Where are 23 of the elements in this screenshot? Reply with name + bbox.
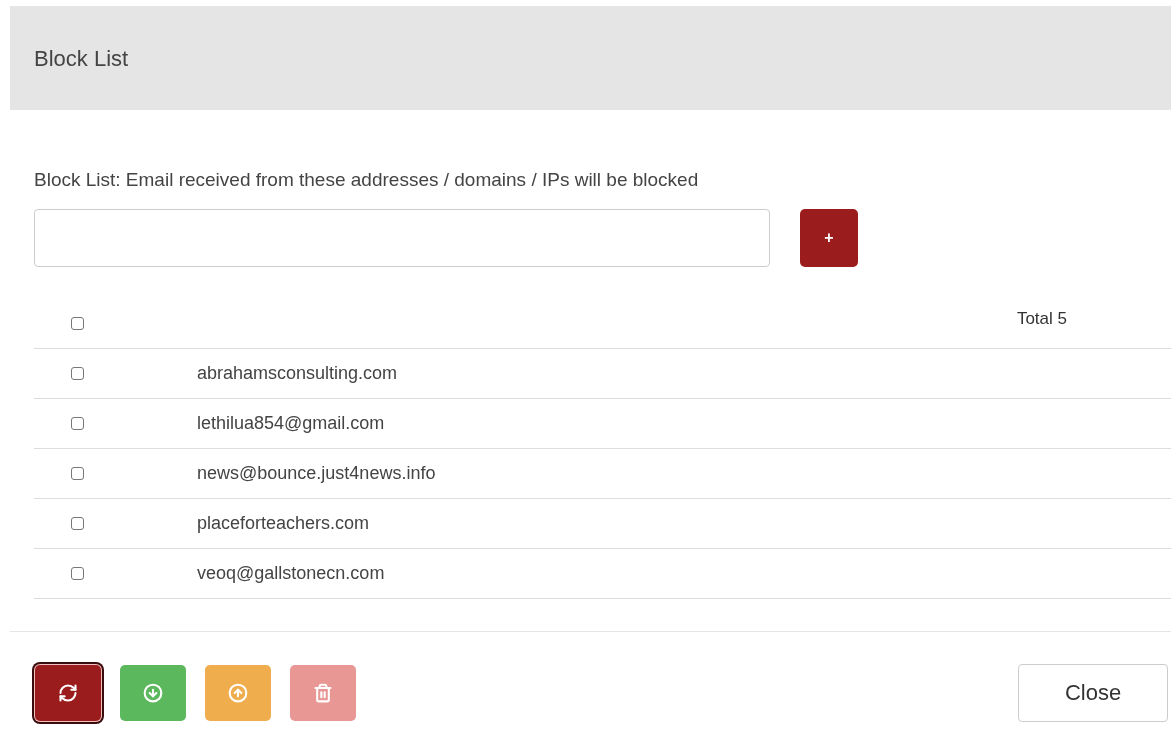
trash-icon [313,682,333,703]
address-cell-text: lethilua854@gmail.com [197,411,385,435]
address-cell-text: news@bounce.just4news.info [197,461,436,485]
address-cell-text: placeforteachers.com [197,511,370,535]
refresh-button[interactable] [35,664,101,721]
refresh-icon [58,682,78,703]
checkbox[interactable] [71,516,84,530]
address-input[interactable] [34,208,770,267]
checkbox[interactable] [71,366,84,380]
total-count: Total 5 [1016,308,1067,331]
up-arrow-circle-icon [228,682,248,703]
checkbox[interactable] [71,466,84,480]
address-cell-text: veoq@gallstonecn.com [197,561,385,585]
close-button[interactable]: Close [1018,663,1168,722]
download-button[interactable] [120,664,186,721]
address-cell-text: abrahamsconsulting.com [197,361,398,385]
dialog-title: Block List [34,44,129,73]
checkbox[interactable] [71,566,84,580]
checkbox[interactable] [71,316,84,330]
add-button[interactable]: + [800,208,858,267]
description: Block List: Email received from these addresses / domains / IPs will be blocked [34,168,700,192]
checkbox[interactable] [71,416,84,430]
down-arrow-circle-icon [143,682,163,703]
